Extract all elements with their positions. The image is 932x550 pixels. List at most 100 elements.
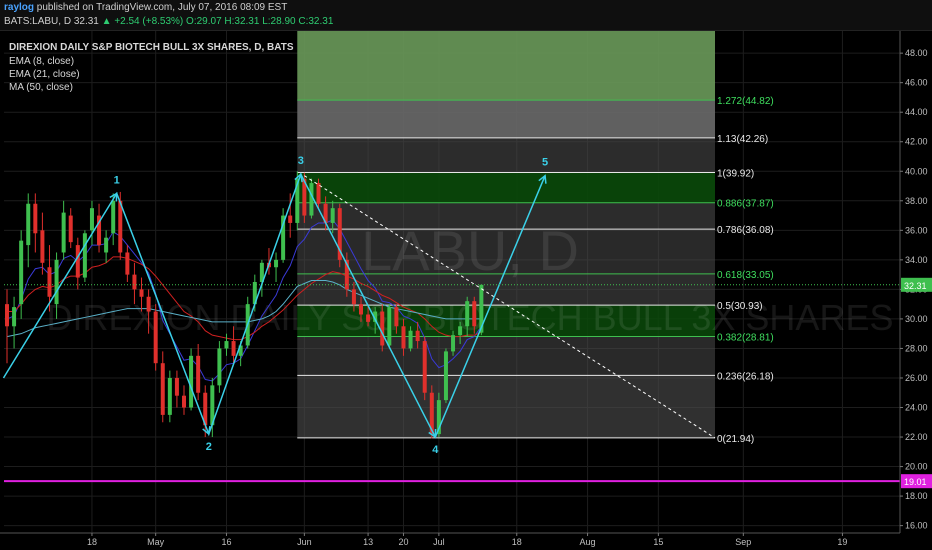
candle-body [54, 259, 59, 305]
price-tick-label: 38.00 [905, 196, 928, 206]
candle-body [451, 335, 456, 352]
candle-body [75, 245, 80, 278]
price-tick-label: 24.00 [905, 403, 928, 413]
candle-body [231, 341, 236, 356]
candle-body [224, 341, 229, 349]
fib-level-label: 0(21.94) [717, 434, 754, 445]
fib-level-label: 0.886(37.87) [717, 199, 774, 210]
wave-label: 3 [298, 155, 304, 167]
candle-body [139, 289, 144, 297]
fib-level-label: 1(39.92) [717, 168, 754, 179]
time-tick-label: 13 [363, 537, 373, 547]
candle-body [330, 208, 335, 223]
candle-body [443, 351, 448, 401]
support-price-label: 19.01 [904, 477, 927, 487]
fib-zone [297, 172, 715, 203]
watermark-symbol: LABU, D [361, 219, 579, 282]
candle-body [174, 377, 179, 396]
last-price-label: 32.31 [904, 281, 927, 291]
price-tick-label: 20.00 [905, 462, 928, 472]
candle-body [351, 289, 356, 305]
candle-body [118, 200, 123, 253]
price-tick-label: 40.00 [905, 166, 928, 176]
candle-body [40, 230, 45, 263]
watermark-name: DIREXION DAILY S&P BIOTECH BULL 3X SHARE… [47, 297, 894, 338]
candle-body [125, 252, 130, 275]
wave-label: 2 [206, 441, 212, 453]
price-tick-label: 26.00 [905, 373, 928, 383]
time-tick-label: Aug [580, 537, 596, 547]
chart-legend-title: DIREXION DAILY S&P BIOTECH BULL 3X SHARE… [9, 42, 294, 53]
time-tick-label: May [147, 537, 165, 547]
time-tick-label: 16 [221, 537, 231, 547]
time-tick-label: 18 [512, 537, 522, 547]
time-tick-label: 20 [398, 537, 408, 547]
fib-extension-zone [297, 31, 715, 101]
candle-body [189, 355, 194, 408]
candle [422, 336, 427, 401]
candle-body [26, 203, 31, 246]
time-tick-label: 15 [653, 537, 663, 547]
time-tick-label: 19 [837, 537, 847, 547]
candle [316, 178, 321, 209]
candle-body [146, 296, 151, 312]
candle [153, 304, 158, 371]
candle-body [472, 301, 477, 327]
candle [443, 348, 448, 404]
candle [337, 203, 342, 268]
study-ma-50[interactable]: MA (50, close) [9, 82, 73, 93]
candle-body [387, 307, 392, 346]
study-ema-21[interactable]: EMA (21, close) [9, 69, 80, 80]
candle [167, 370, 172, 423]
price-tick-label: 28.00 [905, 343, 928, 353]
candle-body [167, 377, 172, 415]
candle-body [394, 307, 399, 327]
candle-body [104, 237, 109, 253]
candle [217, 341, 222, 393]
candle-body [153, 311, 158, 364]
price-tick-label: 42.00 [905, 137, 928, 147]
candle-body [274, 259, 279, 268]
candle-body [68, 215, 73, 243]
study-ema-8[interactable]: EMA (8, close) [9, 56, 74, 67]
candle [387, 304, 392, 349]
candle-body [366, 314, 371, 322]
wave-label: 4 [432, 444, 439, 456]
time-tick-label: Jun [297, 537, 312, 547]
fib-zone [297, 336, 715, 376]
time-tick-label: Jul [433, 537, 445, 547]
tradingview-chart-page: raylog published on TradingView.com, Jul… [0, 0, 932, 550]
candle-body [182, 395, 186, 408]
price-tick-label: 22.00 [905, 432, 928, 442]
candle-body [422, 341, 427, 393]
price-chart[interactable]: 0(21.94)0.236(26.18)0.382(28.81)0.5(30.9… [0, 0, 932, 550]
wave-label: 5 [542, 157, 548, 169]
time-tick-label: 18 [87, 537, 97, 547]
candle-body [19, 240, 24, 305]
price-tick-label: 16.00 [905, 521, 928, 531]
price-tick-label: 30.00 [905, 314, 928, 324]
candle-body [89, 208, 94, 231]
fib-zone [297, 137, 715, 173]
candle [189, 348, 194, 411]
fib-level-label: 0.236(26.18) [717, 371, 774, 382]
fib-zone [297, 100, 715, 138]
candle-body [82, 233, 87, 278]
candle-body [12, 307, 17, 327]
fib-level-label: 0.786(36.08) [717, 225, 774, 236]
candle-body [111, 200, 116, 234]
candle-body [359, 304, 363, 315]
candle-body [465, 301, 470, 327]
candle-body [61, 212, 66, 253]
time-tick-label: Sep [735, 537, 751, 547]
price-tick-label: 44.00 [905, 107, 928, 117]
price-tick-label: 36.00 [905, 225, 928, 235]
price-tick-label: 48.00 [905, 48, 928, 58]
candle-body [47, 267, 52, 297]
candle-body [288, 215, 293, 223]
candle-body [458, 326, 463, 336]
candle [281, 208, 286, 263]
candle-body [196, 355, 201, 393]
candle-body [160, 363, 165, 415]
candle-body [217, 348, 222, 386]
